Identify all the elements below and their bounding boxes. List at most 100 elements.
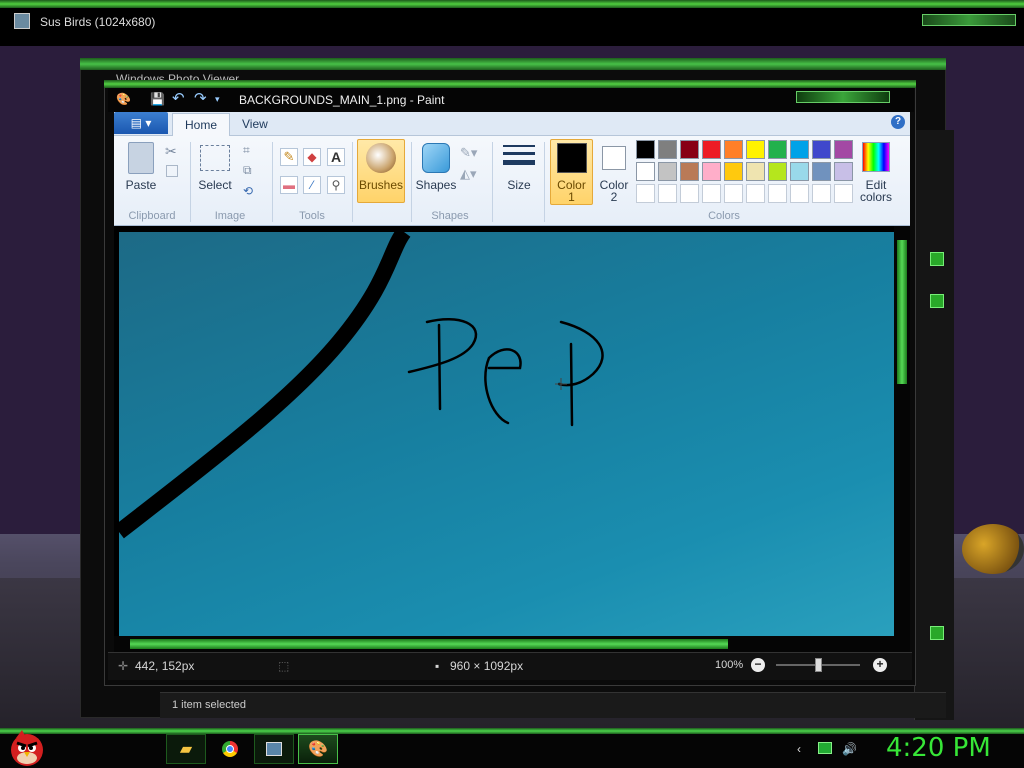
palette-swatch[interactable] xyxy=(812,140,831,159)
palette-swatch[interactable] xyxy=(768,184,787,203)
crop-icon[interactable]: ⌗ xyxy=(243,143,250,158)
group-divider xyxy=(544,142,545,222)
taskbar-photo-viewer[interactable] xyxy=(254,734,294,764)
palette-swatch[interactable] xyxy=(702,184,721,203)
rotate-icon[interactable]: ⟲ xyxy=(243,184,253,198)
start-button[interactable] xyxy=(6,728,48,768)
edit-colors-icon[interactable] xyxy=(862,142,890,172)
palette-swatch[interactable] xyxy=(746,184,765,203)
paint-titlebar[interactable] xyxy=(108,88,914,112)
taskbar-clock[interactable]: 4:20 PM xyxy=(886,733,991,763)
palette-swatch[interactable] xyxy=(702,162,721,181)
brush-icon xyxy=(366,143,396,173)
palette-swatch[interactable] xyxy=(680,162,699,181)
group-divider xyxy=(411,142,412,222)
taskbar-folder[interactable]: ▰ xyxy=(166,734,206,764)
tab-home[interactable]: Home xyxy=(172,113,231,136)
palette-swatch[interactable] xyxy=(746,162,765,181)
magnifier-icon[interactable]: ⚲ xyxy=(327,176,345,194)
brushes-label: Brushes xyxy=(358,178,404,192)
redo-icon[interactable]: ↷ xyxy=(194,91,207,106)
horizontal-scroll-thumb[interactable] xyxy=(130,639,728,649)
qat-dropdown-icon[interactable]: ▾ xyxy=(215,92,220,106)
palette-swatch[interactable] xyxy=(724,184,743,203)
canvas-handwriting xyxy=(407,318,604,427)
fill-icon[interactable]: ◆ xyxy=(303,148,321,166)
select-button[interactable]: Select xyxy=(196,178,234,192)
palette-swatch[interactable] xyxy=(680,140,699,159)
network-icon[interactable] xyxy=(818,742,832,754)
palette-swatch[interactable] xyxy=(812,184,831,203)
volume-icon[interactable]: 🔊 xyxy=(842,742,857,756)
size-button[interactable]: Size xyxy=(500,178,538,192)
selection-size-icon: ⬚ xyxy=(278,659,290,673)
undo-icon[interactable]: ↶ xyxy=(172,91,185,106)
palette-swatch[interactable] xyxy=(790,162,809,181)
palette-swatch[interactable] xyxy=(834,162,853,181)
vertical-scroll-thumb[interactable] xyxy=(897,240,907,384)
paste-icon[interactable] xyxy=(128,142,154,174)
copy-icon[interactable] xyxy=(166,165,178,177)
photo-viewer-button[interactable] xyxy=(930,294,944,308)
photo-viewer-icon xyxy=(266,742,282,756)
pencil-icon[interactable]: ✎ xyxy=(280,148,298,166)
palette-swatch[interactable] xyxy=(636,140,655,159)
save-icon[interactable]: 💾 xyxy=(150,92,165,106)
tray-arrow-icon[interactable]: ‹ xyxy=(792,742,806,756)
palette-swatch[interactable] xyxy=(702,140,721,159)
zoom-slider-thumb[interactable] xyxy=(815,658,822,672)
palette-swatch[interactable] xyxy=(636,162,655,181)
palette-swatch[interactable] xyxy=(834,184,853,203)
palette-swatch[interactable] xyxy=(812,162,831,181)
palette-swatch[interactable] xyxy=(834,140,853,159)
paste-button[interactable]: Paste xyxy=(122,178,160,192)
outline-icon[interactable]: ✎▾ xyxy=(460,145,477,161)
photo-viewer-accent xyxy=(80,58,946,70)
fill-shape-icon[interactable]: ◭▾ xyxy=(460,166,477,182)
photo-viewer-button[interactable] xyxy=(930,252,944,266)
photo-viewer-button[interactable] xyxy=(930,626,944,640)
zoom-level: 100% xyxy=(715,659,744,671)
palette-swatch[interactable] xyxy=(658,162,677,181)
zoom-in-button[interactable]: + xyxy=(873,658,887,672)
paint-window-controls[interactable] xyxy=(796,91,890,103)
text-tool-icon[interactable]: A xyxy=(327,148,345,166)
zoom-out-button[interactable]: − xyxy=(751,658,765,672)
paint-icon: 🎨 xyxy=(308,741,328,758)
paint-title: BACKGROUNDS_MAIN_1.png - Paint xyxy=(239,93,445,107)
shapes-button[interactable]: Shapes xyxy=(414,178,458,192)
eraser-icon[interactable]: ▬ xyxy=(280,176,298,194)
help-icon[interactable]: ? xyxy=(891,115,905,129)
taskbar-paint[interactable]: 🎨 xyxy=(298,734,338,764)
select-icon[interactable] xyxy=(200,145,230,171)
chrome-icon xyxy=(222,741,238,757)
palette-swatch[interactable] xyxy=(768,162,787,181)
palette-swatch[interactable] xyxy=(658,140,677,159)
group-divider xyxy=(492,142,493,222)
palette-swatch[interactable] xyxy=(790,184,809,203)
palette-swatch[interactable] xyxy=(636,184,655,203)
edit-colors-label-2[interactable]: colors xyxy=(856,190,896,204)
paint-app-icon[interactable]: 🎨 xyxy=(116,92,131,106)
image-dimensions: 960 × 1092px xyxy=(450,659,524,673)
palette-swatch[interactable] xyxy=(680,184,699,203)
tab-view[interactable]: View xyxy=(230,113,280,136)
photo-viewer-status: 1 item selected xyxy=(172,699,246,711)
palette-swatch[interactable] xyxy=(724,140,743,159)
palette-swatch[interactable] xyxy=(724,162,743,181)
paint-accent xyxy=(104,80,916,88)
resize-icon[interactable]: ⧉ xyxy=(243,163,252,178)
shapes-icon[interactable] xyxy=(422,143,450,173)
color2-swatch[interactable] xyxy=(602,146,626,170)
window-controls[interactable] xyxy=(922,14,1016,26)
palette-swatch[interactable] xyxy=(790,140,809,159)
taskbar-chrome[interactable] xyxy=(210,734,250,764)
color-picker-icon[interactable]: ⁄ xyxy=(303,176,321,194)
palette-swatch[interactable] xyxy=(746,140,765,159)
size-icon[interactable] xyxy=(503,143,535,173)
drawing-canvas[interactable] xyxy=(119,232,894,636)
file-menu-button[interactable]: ▤ ▾ xyxy=(114,112,168,134)
cut-icon[interactable]: ✂ xyxy=(165,143,177,160)
palette-swatch[interactable] xyxy=(768,140,787,159)
palette-swatch[interactable] xyxy=(658,184,677,203)
